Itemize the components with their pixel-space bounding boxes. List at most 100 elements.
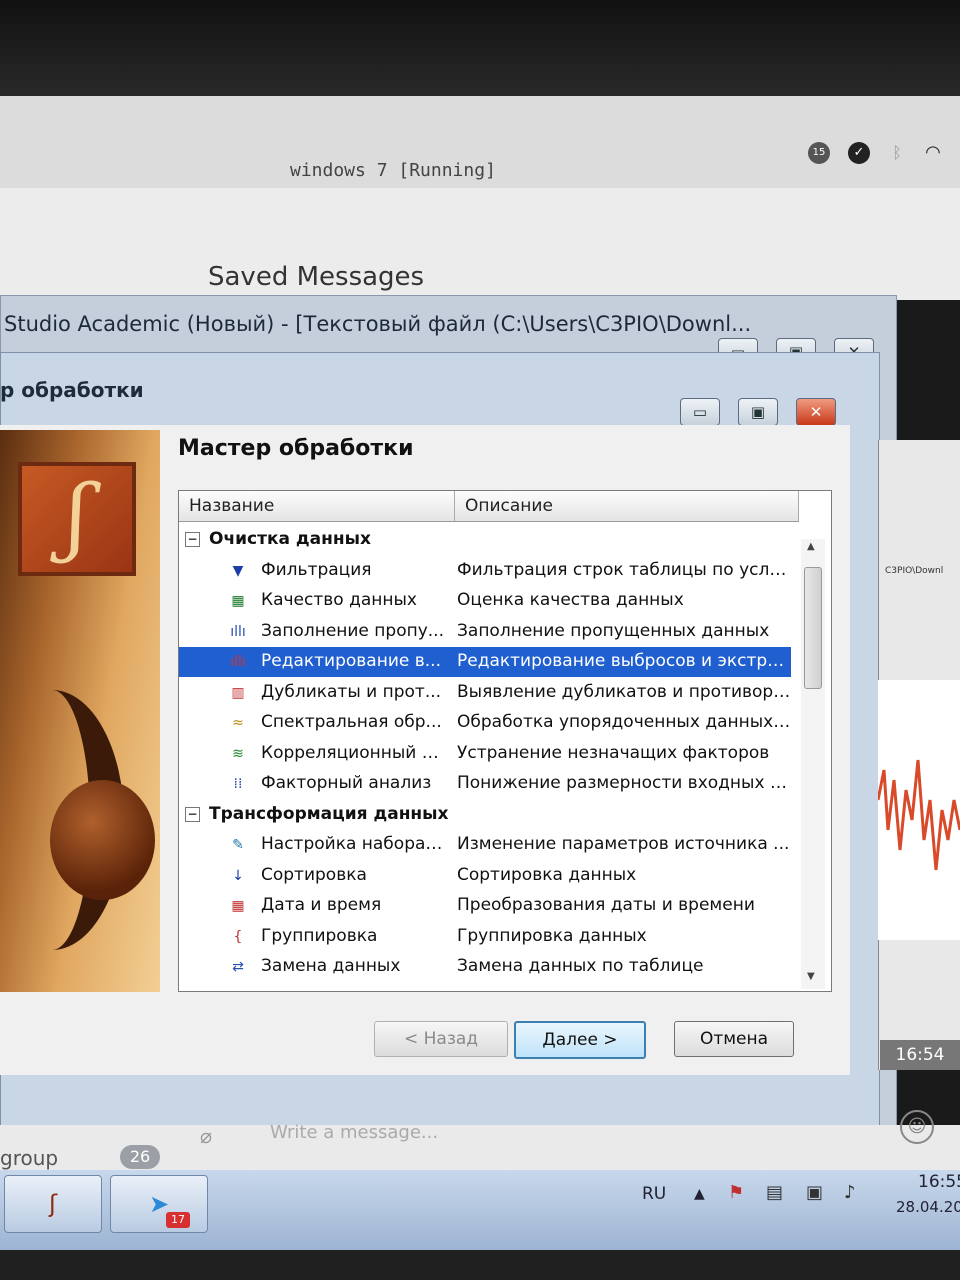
chat-list-group-label[interactable]: group (0, 1146, 58, 1170)
clipboard-icon[interactable]: ▤ (766, 1182, 783, 1203)
wrench-icon: ✎ (232, 837, 244, 853)
action-center-icon[interactable]: ⚑ (728, 1182, 744, 1203)
group-header[interactable]: − Трансформация данных (179, 800, 791, 830)
column-header-description[interactable]: Описание (455, 491, 799, 521)
list-item[interactable]: ⁞⁞ Факторный анализ Понижение размерности … (179, 769, 792, 799)
list-item[interactable]: ↓ Сортировка Сортировка данных (179, 861, 791, 891)
item-name: Сортировка (261, 864, 367, 885)
item-name: Дата и время (261, 895, 382, 915)
item-description: Понижение размерности входных д... (457, 773, 792, 793)
list-item[interactable]: ≋ Корреляционный а... Устранение незначащи… (179, 739, 791, 769)
bluetooth-icon[interactable]: ᛒ (886, 142, 908, 164)
volume-icon[interactable]: ♪ (844, 1182, 856, 1203)
background-chart (876, 680, 960, 940)
network-icon[interactable]: ▣ (806, 1182, 823, 1203)
taskbar-deductor-icon[interactable]: ʃ (4, 1175, 102, 1233)
correlation-icon: ≋ (232, 745, 244, 762)
taskbar-telegram-badge: 17 (166, 1212, 190, 1228)
wizard-heading: Мастер обработки (178, 436, 414, 461)
wizard-maximize-button[interactable]: ▣ (738, 398, 778, 426)
list-item[interactable]: ▥ Дубликаты и прот... Выявление дубликатов… (179, 678, 792, 708)
group-icon: { (233, 928, 243, 945)
spectral-icon: ≈ (232, 715, 244, 731)
background-chart-svg (876, 759, 960, 871)
monitor-bezel-top (0, 0, 960, 100)
taskbar-time[interactable]: 16:55 (918, 1172, 960, 1192)
studio-window-title: Studio Academic (Новый) - [Текстовый фай… (4, 312, 752, 336)
pipe-bowl-image (50, 780, 155, 900)
item-description: Заполнение пропущенных данных (457, 620, 770, 641)
wizard-close-button[interactable]: ✕ (796, 398, 836, 426)
item-description: Изменение параметров источника ... (457, 834, 790, 854)
taskbar-date[interactable]: 28.04.20 (896, 1198, 960, 1216)
item-description: Устранение незначащих факторов (457, 742, 770, 763)
item-name: Настройка набора ... (261, 834, 446, 854)
factor-icon: ⁞⁞ (233, 776, 243, 792)
fill-gaps-icon: ıllı (230, 623, 246, 640)
funnel-icon: ▼ (232, 562, 244, 579)
list-item[interactable]: ⇄ Замена данных Замена данных по таблице (179, 952, 791, 982)
item-description: Группировка данных (457, 925, 647, 946)
attach-icon[interactable]: ⌀ (200, 1124, 212, 1148)
sort-icon: ↓ (232, 867, 244, 884)
collapse-toggle-icon[interactable]: − (185, 806, 200, 822)
item-description: Фильтрация строк таблицы по усло... (457, 559, 792, 580)
cancel-button[interactable]: Отмена (674, 1021, 794, 1057)
taskbar-telegram-icon[interactable]: ➤ (110, 1175, 208, 1233)
list-scrollbar[interactable]: ▲ ▼ (801, 539, 825, 989)
duplicates-icon: ▥ (231, 684, 245, 701)
item-name: Дубликаты и прот... (261, 681, 442, 702)
item-name: Редактирование в... (261, 651, 441, 671)
collapse-toggle-icon[interactable]: − (185, 532, 200, 547)
list-item[interactable]: ▦ Дата и время Преобразования даты и време… (179, 891, 791, 921)
quality-icon: ▦ (231, 593, 245, 609)
scroll-thumb[interactable] (804, 567, 822, 689)
next-button[interactable]: Далее > (514, 1021, 646, 1059)
check-shield-icon[interactable]: ✓ (848, 142, 870, 164)
item-name: Спектральная обр... (261, 712, 442, 732)
list-item[interactable]: ıllı Редактирование в... Редактирование вы… (179, 647, 792, 677)
replace-icon: ⇄ (232, 959, 244, 975)
back-button[interactable]: < Назад (374, 1021, 508, 1057)
tray-expand-icon[interactable]: ▲ (694, 1186, 705, 1202)
monitor-bezel-bottom (0, 1250, 960, 1280)
scroll-up-icon[interactable]: ▲ (807, 541, 815, 552)
list-header: Название Описание (179, 491, 799, 522)
deductor-logo-icon: ʃ (18, 462, 136, 576)
group-header[interactable]: − Очистка данных (179, 525, 791, 555)
item-name: Группировка (261, 925, 378, 946)
emoji-icon[interactable]: ☺ (900, 1110, 934, 1144)
language-indicator[interactable]: RU (642, 1184, 666, 1204)
list-item[interactable]: { Группировка Группировка данных (179, 922, 791, 952)
item-description: Выявление дубликатов и противоре... (457, 681, 792, 702)
unread-badge: 26 (120, 1145, 160, 1169)
item-name: Факторный анализ (261, 773, 432, 793)
vm-window-title: windows 7 [Running] (290, 160, 496, 181)
list-item[interactable]: ✎ Настройка набора ... Изменение параметро… (179, 830, 791, 860)
group-label: Очистка данных (209, 529, 371, 549)
group-label: Трансформация данных (209, 803, 449, 824)
outliers-icon: ıllı (230, 654, 246, 670)
item-description: Замена данных по таблице (457, 956, 704, 976)
item-description: Сортировка данных (457, 864, 637, 885)
chat-title: Saved Messages (208, 262, 425, 292)
list-item[interactable]: ≈ Спектральная обр... Обработка упорядочен… (179, 708, 792, 738)
right-window-title: C3PIO\Downl (885, 566, 944, 576)
item-description: Редактирование выбросов и экстре... (457, 651, 792, 671)
processing-list[interactable]: Название Описание − Очистка данных ▼ Фильтр… (178, 490, 832, 992)
wifi-icon[interactable]: ◠ (922, 142, 944, 164)
list-item[interactable]: ▼ Фильтрация Фильтрация строк таблицы по у… (179, 556, 792, 586)
list-item[interactable]: ▦ Качество данных Оценка качества данных (179, 586, 791, 616)
item-name: Фильтрация (261, 559, 372, 580)
message-input-placeholder[interactable]: Write a message... (270, 1122, 438, 1143)
list-item[interactable]: ıllı Заполнение пропу... Заполнение пропущ… (179, 617, 791, 647)
calendar-icon: ▦ (231, 898, 245, 914)
tray-badge-icon[interactable]: 15 (808, 142, 830, 164)
item-name: Замена данных (261, 956, 401, 976)
scroll-down-icon[interactable]: ▼ (807, 971, 815, 982)
item-name: Качество данных (261, 590, 417, 610)
wizard-minimize-button[interactable]: ▭ (680, 398, 720, 426)
column-header-name[interactable]: Название (179, 491, 455, 521)
wizard-title: р обработки (0, 378, 144, 402)
item-description: Обработка упорядоченных данных с... (457, 712, 792, 732)
